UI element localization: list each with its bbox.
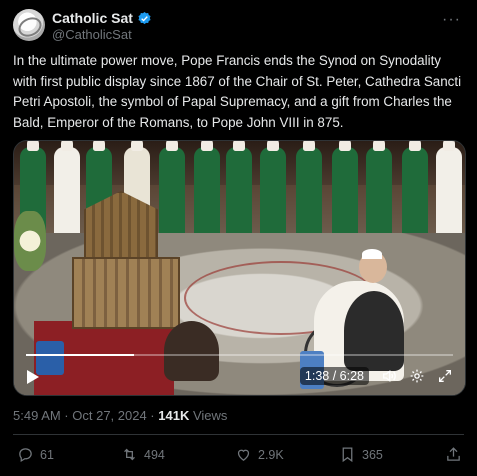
chair-of-st-peter [64,191,180,331]
video-figure [366,141,392,235]
action-bar: 61 494 2.9K 365 [13,446,464,468]
play-icon[interactable] [26,369,40,385]
divider [13,434,464,435]
bookmark-count: 365 [362,447,383,462]
views-count: 141K [158,408,190,423]
spectator-head [164,321,219,381]
reply-icon [19,448,32,463]
display-name[interactable]: Catholic Sat [52,10,133,26]
verified-badge-icon [138,11,151,24]
like-button[interactable]: 2.9K [235,446,284,463]
views-label: Views [189,408,228,423]
video-figure [260,141,286,235]
tweet: Catholic Sat @CatholicSat ··· In the ult… [0,0,477,476]
video-progress-fill [26,354,135,356]
video-figure [402,141,428,235]
video-figure [194,141,220,235]
post-text: In the ultimate power move, Pope Francis… [13,53,462,130]
repost-icon [124,448,135,461]
repost-button[interactable]: 494 [121,446,165,463]
video-controls: 1:38 / 6:28 [299,367,453,385]
video-player[interactable]: 1:38 / 6:28 [13,140,466,396]
author-row: Catholic Sat [52,9,152,27]
handle[interactable]: @CatholicSat [52,27,132,42]
video-figure [226,141,252,235]
phone [36,341,64,375]
video-progress-bar[interactable] [26,354,453,356]
video-figure [296,141,322,235]
video-figure [436,141,462,235]
settings-icon[interactable] [409,368,425,384]
more-icon[interactable]: ··· [442,11,461,29]
reply-count: 61 [40,447,54,462]
bookmark-button[interactable]: 365 [339,446,383,463]
volume-icon[interactable] [381,368,397,384]
video-figure [332,141,358,235]
avatar[interactable] [13,9,45,41]
post-meta: 5:49 AM · Oct 27, 2024 · 141K Views [13,408,227,423]
fullscreen-icon[interactable] [437,368,453,384]
reply-button[interactable]: 61 [17,446,54,463]
spectator-head [344,291,404,371]
bookmark-icon [342,447,353,463]
video-time: 1:38 / 6:28 [299,367,369,385]
timestamp[interactable]: 5:49 AM · Oct 27, 2024 · [13,408,158,423]
share-button[interactable] [445,446,462,463]
like-count: 2.9K [258,447,284,462]
flowers [14,211,46,271]
repost-count: 494 [144,447,165,462]
like-icon [237,449,250,461]
share-icon [447,447,460,461]
